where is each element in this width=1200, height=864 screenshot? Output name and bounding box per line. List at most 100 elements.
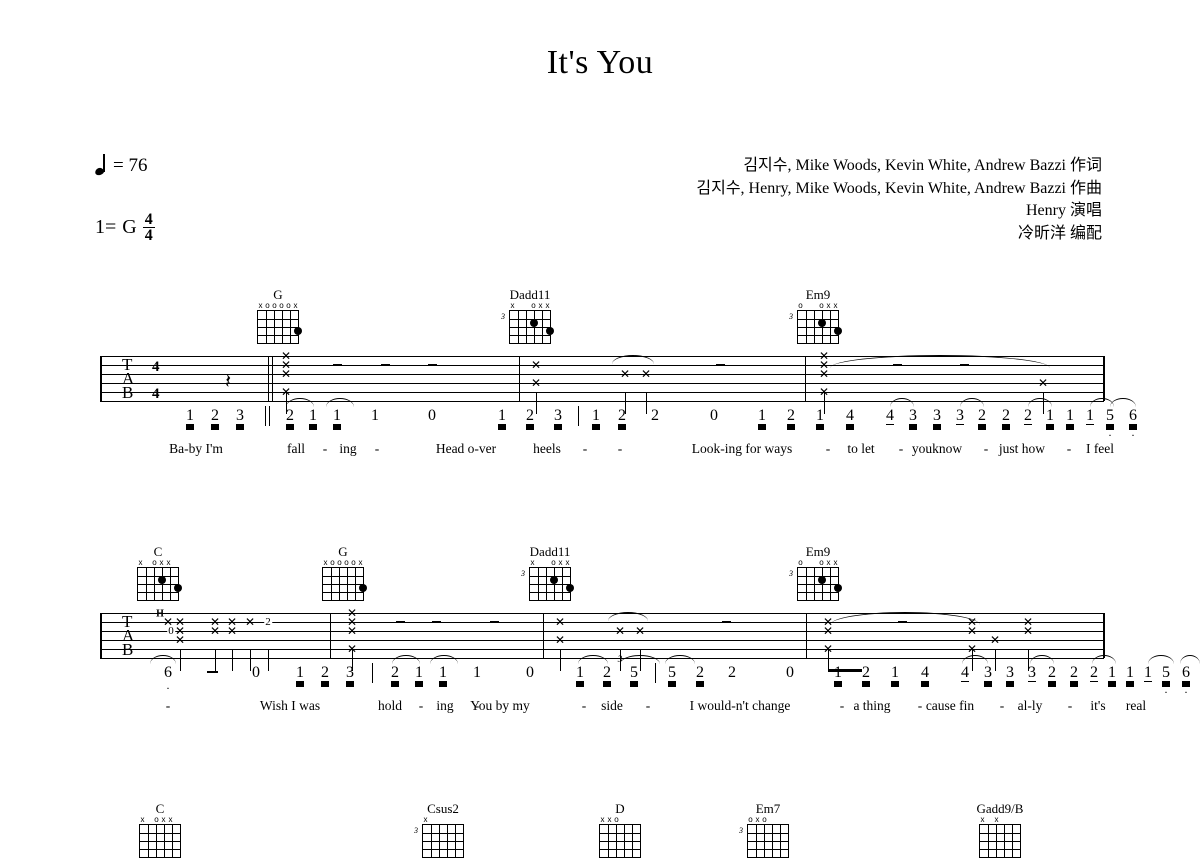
muted-note-x: ✕ [818, 367, 830, 381]
string-marker [804, 302, 811, 310]
chord-open-mute-markers: xoxx [137, 559, 179, 567]
string-marker [536, 559, 543, 567]
barline [519, 356, 521, 401]
lyric-syllable: - [374, 441, 380, 456]
chord-grid [979, 824, 1021, 858]
string-marker: o [531, 301, 536, 310]
sustain-dash [716, 364, 725, 367]
grid-fret-line [798, 327, 838, 328]
string-marker: x [258, 301, 263, 310]
lyric-syllable: - [917, 698, 923, 713]
tab-fret-number: 0 [167, 625, 175, 637]
grid-fret-line [258, 327, 298, 328]
grid-fret-line [530, 592, 570, 593]
tempo-value: = 76 [113, 155, 148, 176]
jianpu-octave-dot: · [1131, 428, 1135, 442]
tab-clef-letter: B [122, 640, 134, 659]
chord-name: Em7 [755, 801, 781, 816]
string-marker [627, 816, 634, 824]
chord-name: G [338, 544, 348, 559]
grid-fret-line [530, 584, 570, 585]
chord-diagram-csus2: Csus2 x 3 [414, 802, 469, 858]
jianpu-note: 0 [428, 407, 436, 424]
fret-position-label: 3 [501, 312, 505, 321]
jianpu-note: 3 [554, 407, 562, 425]
chord-open-mute-markers: xoooox [257, 302, 299, 310]
staff-right-barline [1103, 613, 1105, 658]
credits-block: 김지수, Mike Woods, Kevin White, Andrew Baz… [696, 155, 1102, 246]
jianpu-note: 2 [618, 407, 626, 425]
music-system-3: Cx o x x Csus2 x 3 Dx x o Em7 o x o 3 Gadd9/B x x [0, 802, 1200, 864]
jianpu-barline [265, 406, 267, 426]
chord-finger-dot [359, 584, 367, 592]
barline [330, 613, 332, 658]
lyric-syllable: fall [287, 441, 305, 456]
string-marker [811, 559, 818, 567]
jianpu-note: 1 [439, 664, 447, 682]
jianpu-note: 1 [186, 407, 194, 425]
grid-fret-line [748, 849, 788, 850]
grid-fret-line [798, 335, 838, 336]
lyric-syllable: cause fin [925, 698, 975, 713]
chord-open-mute-markers: ooxx [797, 302, 839, 310]
chord-grid [422, 824, 464, 858]
string-marker [172, 559, 179, 567]
tempo-marking: = 76 [94, 154, 148, 177]
music-system-1: Gx o o o o x Dadd11 x o x x 3 Em9 o o x x 3 T A B 4 4 𝄽 ✕ ✕ ✕ ✕ ✕ ✕ ✕… [0, 288, 1200, 462]
lyric-syllable: - [1066, 441, 1072, 456]
chord-open-mute-markers: xxo [599, 816, 641, 824]
lyric-syllable: - [581, 698, 587, 713]
chord-name: Dadd11 [509, 287, 551, 302]
chord-name: C [153, 544, 163, 559]
jianpu-note: 2 [862, 664, 870, 682]
chord-finger-dot [834, 327, 842, 335]
tab-staff-2: TAB✕✕✕✕✕✕✕✕✕✕✕✕✕✕✕✕✕✕✕✕✕✕✕✕✕✕02H [0, 607, 1200, 672]
string-marker [543, 559, 550, 567]
string-marker: o [272, 301, 277, 310]
jianpu-note: 4 [921, 664, 929, 682]
grid-fret-line [748, 841, 788, 842]
sustain-dash [432, 621, 441, 624]
chord-finger-dot [174, 584, 182, 592]
jianpu-note: 2 [1070, 664, 1078, 682]
string-marker: o [344, 558, 349, 567]
chord-diagram-em7: Em7 o x o 3 [739, 801, 794, 858]
jianpu-note: 3 [984, 664, 992, 682]
sustain-dash [396, 621, 405, 624]
grid-fret-line [423, 833, 463, 834]
jianpu-note: 2 [728, 664, 736, 681]
barline [806, 613, 808, 658]
string-marker: o [286, 301, 291, 310]
lyric-syllable: just how [998, 441, 1046, 456]
muted-note-x: ✕ [614, 624, 626, 638]
chord-open-mute-markers: oxo [747, 816, 789, 824]
chord-grid-wrap: 3 [789, 567, 842, 601]
jianpu-note: 2 [696, 664, 704, 682]
grid-fret-line [140, 841, 180, 842]
grid-fret-line [138, 592, 178, 593]
lyrics-row-2: - Wish I was hold - ing - You by my - side - I wou… [0, 697, 1200, 719]
muted-note-x: ✕ [554, 633, 566, 647]
lyric-syllable: - [645, 698, 651, 713]
string-marker: x [600, 815, 605, 824]
lyric-syllable: Head o-ver [435, 441, 497, 456]
grid-fret-line [140, 849, 180, 850]
string-marker [811, 302, 818, 310]
jianpu-note: 0 [252, 664, 260, 681]
chord-grid-wrap: 3 [501, 310, 554, 344]
jianpu-note: 2 [651, 407, 659, 424]
string-marker [620, 816, 627, 824]
double-barline [272, 356, 274, 401]
jianpu-note: 2 [603, 664, 611, 682]
string-marker: x [538, 301, 543, 310]
jianpu-note: 2 [286, 407, 294, 425]
chord-finger-dot [566, 584, 574, 592]
string-marker: o [798, 558, 803, 567]
grid-fret-line [798, 592, 838, 593]
sustain-dash [381, 364, 390, 367]
jianpu-note: 5 [1106, 407, 1114, 425]
lyric-syllable: - [617, 441, 623, 456]
time-sig-den: 4 [152, 386, 160, 402]
jianpu-note: 6 [1129, 407, 1137, 425]
tab-staff-line [100, 613, 1104, 614]
